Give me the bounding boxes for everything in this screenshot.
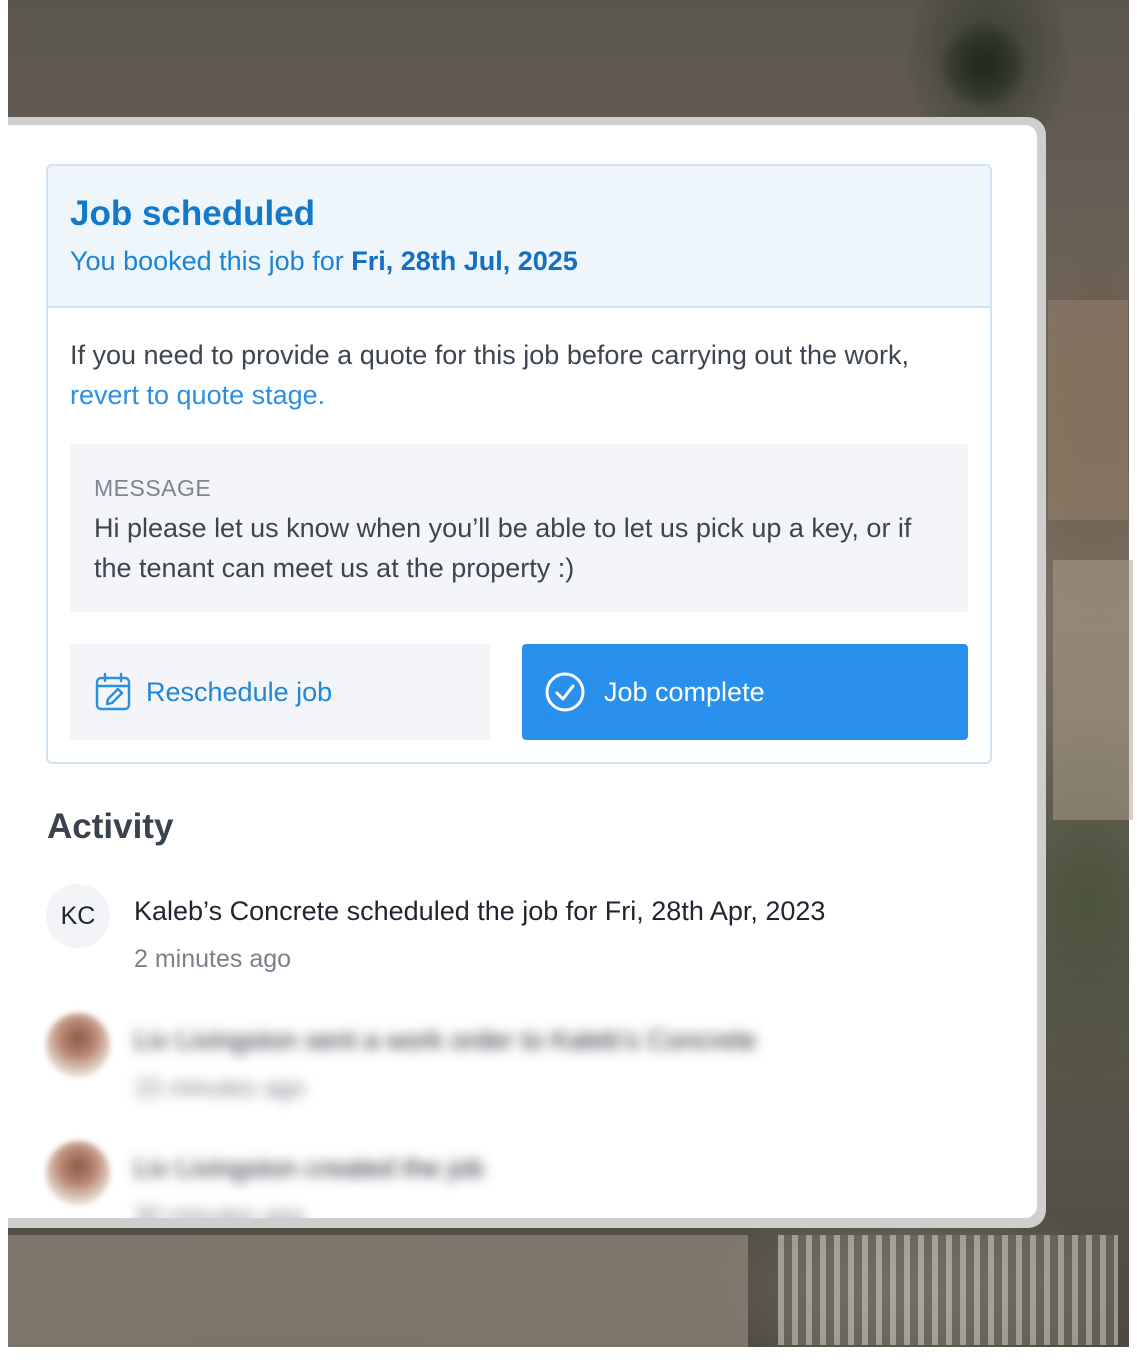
- avatar: [46, 1013, 110, 1077]
- job-card: Job scheduled You booked this job for Fr…: [8, 125, 1037, 1218]
- activity-text: Kaleb’s Concrete scheduled the job for F…: [134, 896, 826, 926]
- activity-text: Liv Livingston created the job: [134, 1153, 484, 1183]
- job-status-header: Job scheduled You booked this job for Fr…: [48, 166, 990, 308]
- quote-info-text: If you need to provide a quote for this …: [70, 335, 970, 415]
- job-complete-label: Job complete: [604, 676, 765, 707]
- house: [1053, 560, 1133, 820]
- avatar: [46, 1141, 110, 1205]
- activity-text: Liv Livingston sent a work order to Kale…: [134, 1025, 757, 1055]
- check-circle-icon: [545, 672, 585, 712]
- job-status-panel: Job scheduled You booked this job for Fr…: [46, 164, 992, 764]
- reschedule-job-label: Reschedule job: [146, 676, 333, 707]
- activity-time: 30 minutes ago: [134, 1202, 305, 1218]
- job-complete-button[interactable]: Job complete: [522, 644, 968, 740]
- message-text: Hi please let us know when you’ll be abl…: [94, 513, 912, 583]
- quote-info-prefix: If you need to provide a quote for this …: [70, 340, 909, 370]
- activity-heading: Activity: [47, 807, 174, 846]
- subtitle-prefix: You booked this job for: [70, 246, 352, 276]
- fence: [778, 1235, 1118, 1345]
- house: [1048, 300, 1128, 520]
- message-box: MESSAGE Hi please let us know when you’l…: [70, 444, 968, 612]
- message-label: MESSAGE: [94, 475, 212, 501]
- calendar-edit-icon: [95, 672, 131, 711]
- job-status-subtitle: You booked this job for Fri, 28th Jul, 2…: [70, 245, 990, 277]
- activity-time: 15 minutes ago: [134, 1074, 305, 1102]
- footpath: [8, 1235, 748, 1347]
- reschedule-job-button[interactable]: Reschedule job: [70, 644, 490, 740]
- scheduled-date: Fri, 28th Jul, 2025: [351, 246, 578, 276]
- revert-to-quote-link[interactable]: revert to quote stage.: [70, 380, 325, 410]
- avatar: KC: [46, 884, 110, 948]
- job-status-title: Job scheduled: [70, 194, 316, 233]
- activity-time: 2 minutes ago: [134, 945, 292, 973]
- palm-tree: [938, 20, 1028, 110]
